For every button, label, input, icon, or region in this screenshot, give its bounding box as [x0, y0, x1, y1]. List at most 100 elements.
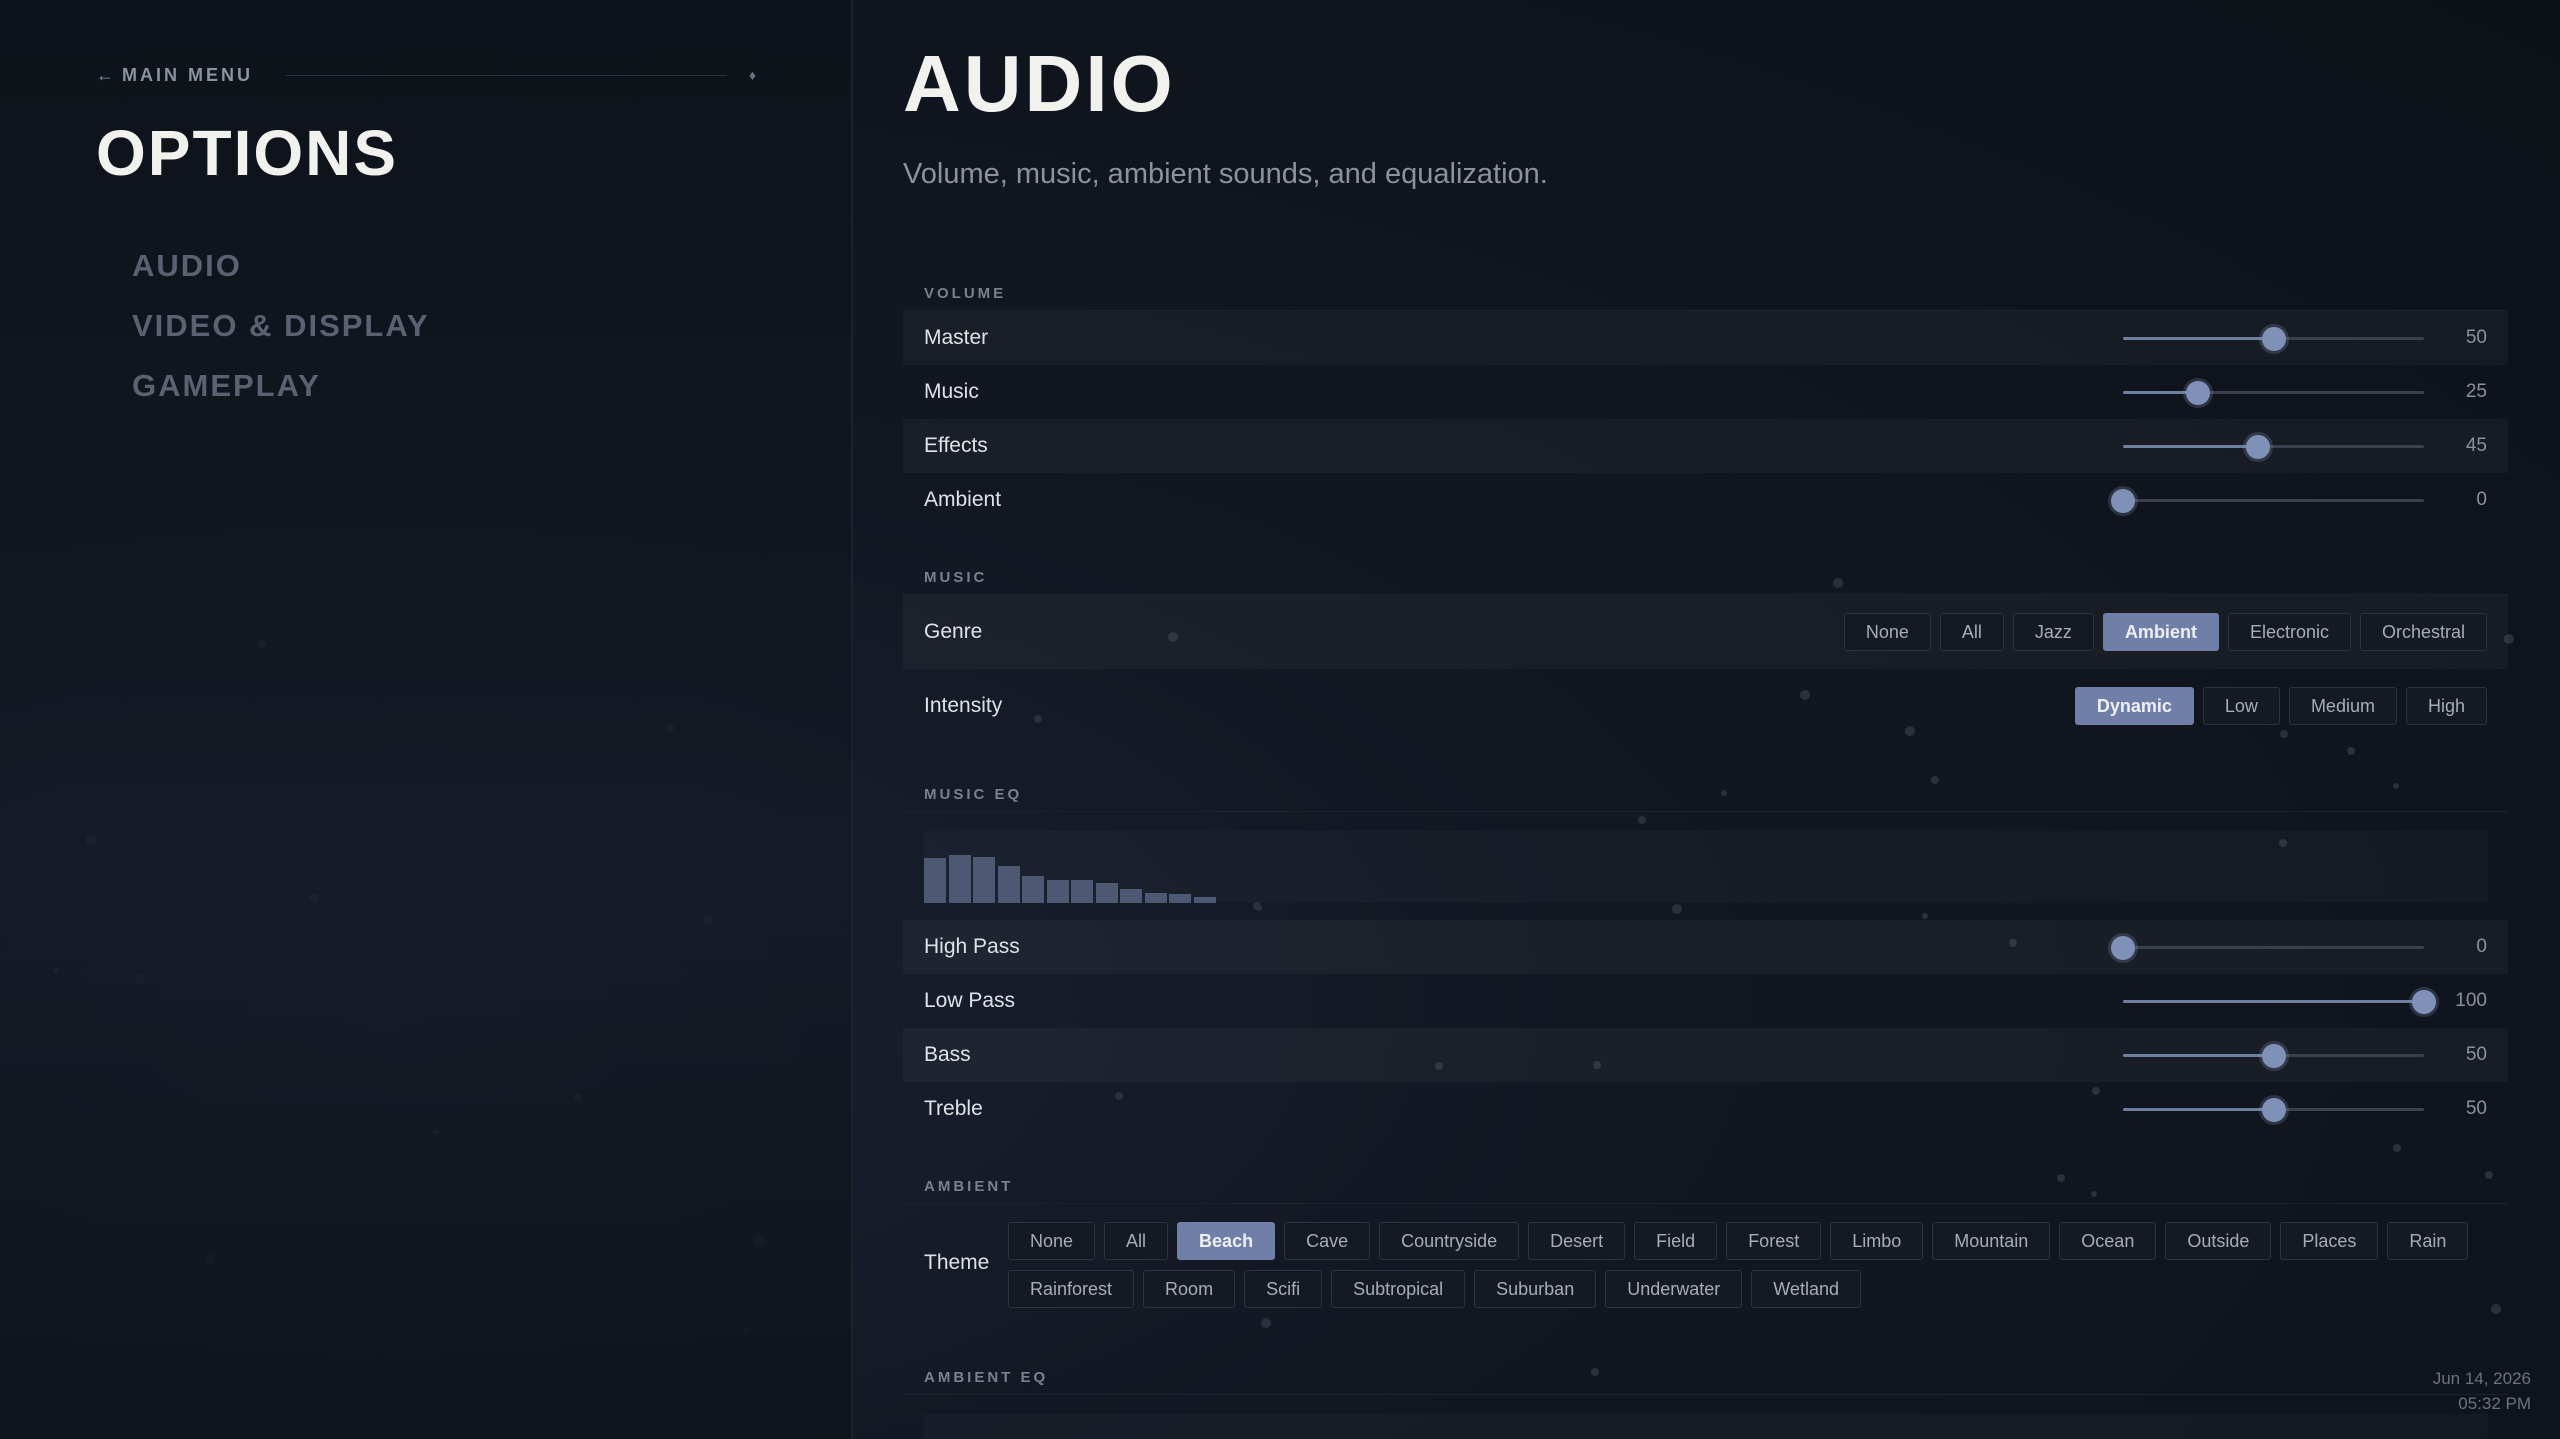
section-divider — [903, 1394, 2508, 1395]
treble-row: Treble 50 — [903, 1082, 2508, 1136]
audio-panel: AUDIO Volume, music, ambient sounds, and… — [903, 0, 2508, 1439]
intensity-selector: Dynamic Low Medium High — [2074, 687, 2487, 725]
slider-thumb[interactable] — [2186, 380, 2211, 405]
slider-fill — [2123, 445, 2259, 448]
options-screen: ← MAIN MENU ♦ OPTIONS AUDIO VIDEO & DISP… — [0, 0, 2560, 1439]
genre-option-ambient[interactable]: Ambient — [2102, 613, 2219, 651]
ambient-volume-row: Ambient 0 — [903, 473, 2508, 527]
theme-option-wetland[interactable]: Wetland — [1751, 1270, 1861, 1308]
section-label-volume: VOLUME — [924, 285, 1007, 302]
eq-bar — [997, 865, 1020, 903]
nav-item-video-display[interactable]: VIDEO & DISPLAY — [132, 305, 430, 365]
slider-thumb[interactable] — [2261, 326, 2286, 351]
theme-option-mountain[interactable]: Mountain — [1932, 1222, 2051, 1260]
section-label-ambient: AMBIENT — [924, 1178, 1014, 1195]
low-pass-label: Low Pass — [924, 989, 1016, 1012]
slider-fill — [2123, 1054, 2274, 1057]
theme-option-ocean[interactable]: Ocean — [2059, 1222, 2157, 1260]
sidebar-title: OPTIONS — [96, 117, 399, 189]
intensity-option-low[interactable]: Low — [2202, 687, 2280, 725]
low-pass-value: 100 — [2455, 990, 2487, 1011]
treble-slider[interactable] — [2123, 1097, 2424, 1122]
nav-item-gameplay[interactable]: GAMEPLAY — [132, 365, 430, 425]
slider-thumb[interactable] — [2111, 488, 2135, 513]
ambient-volume-value: 0 — [2476, 489, 2487, 510]
slider-fill — [2123, 1108, 2274, 1111]
slider-thumb[interactable] — [2261, 1043, 2286, 1068]
effects-label: Effects — [924, 434, 988, 457]
theme-option-beach[interactable]: Beach — [1177, 1222, 1276, 1260]
slider-fill — [2123, 1000, 2424, 1003]
master-value: 50 — [2465, 327, 2487, 348]
genre-option-none[interactable]: None — [1843, 613, 1931, 651]
theme-option-none[interactable]: None — [1008, 1222, 1096, 1260]
back-row: ← MAIN MENU ♦ — [96, 64, 756, 86]
eq-bar — [1022, 875, 1044, 903]
eq-bar — [1071, 879, 1093, 903]
page-title: AUDIO — [903, 39, 1176, 128]
ambient-volume-label: Ambient — [924, 488, 1002, 511]
slider-thumb[interactable] — [2412, 989, 2436, 1014]
eq-bar — [1046, 879, 1069, 903]
theme-option-cave[interactable]: Cave — [1284, 1222, 1371, 1260]
bass-value: 50 — [2465, 1044, 2487, 1065]
theme-option-room[interactable]: Room — [1143, 1270, 1236, 1308]
eq-bar — [1095, 882, 1118, 903]
theme-option-forest[interactable]: Forest — [1726, 1222, 1822, 1260]
theme-option-scifi[interactable]: Scifi — [1244, 1270, 1323, 1308]
music-volume-label: Music — [924, 380, 979, 403]
high-pass-slider[interactable] — [2111, 935, 2424, 960]
clock: Jun 14, 2026 05:32 PM — [2433, 1366, 2531, 1416]
intensity-option-medium[interactable]: Medium — [2288, 687, 2397, 725]
master-label: Master — [924, 326, 989, 349]
genre-option-electronic[interactable]: Electronic — [2227, 613, 2351, 651]
slider-thumb[interactable] — [2261, 1097, 2286, 1122]
theme-option-subtropical[interactable]: Subtropical — [1331, 1270, 1466, 1308]
theme-option-all[interactable]: All — [1104, 1222, 1169, 1260]
theme-option-countryside[interactable]: Countryside — [1379, 1222, 1520, 1260]
high-pass-label: High Pass — [924, 935, 1020, 958]
bass-row: Bass 50 — [903, 1028, 2508, 1082]
slider-thumb[interactable] — [2246, 434, 2271, 459]
bass-slider[interactable] — [2123, 1043, 2424, 1068]
ambient-eq-visualizer — [924, 1414, 2488, 1439]
eq-bar — [948, 855, 971, 903]
theme-option-rain[interactable]: Rain — [2387, 1222, 2469, 1260]
music-volume-slider[interactable] — [2123, 380, 2424, 405]
genre-option-jazz[interactable]: Jazz — [2012, 613, 2094, 651]
genre-option-all[interactable]: All — [1939, 613, 2004, 651]
theme-option-limbo[interactable]: Limbo — [1830, 1222, 1924, 1260]
genre-selector: None All Jazz Ambient Electronic Orchestral — [1843, 613, 2487, 651]
intensity-option-dynamic[interactable]: Dynamic — [2074, 687, 2194, 725]
low-pass-slider[interactable] — [2123, 989, 2436, 1014]
eq-bar — [924, 858, 946, 903]
theme-option-field[interactable]: Field — [1634, 1222, 1718, 1260]
theme-option-rainforest[interactable]: Rainforest — [1008, 1270, 1135, 1308]
theme-option-underwater[interactable]: Underwater — [1605, 1270, 1743, 1308]
high-pass-row: High Pass 0 — [903, 920, 2508, 974]
theme-option-desert[interactable]: Desert — [1528, 1222, 1626, 1260]
options-sidebar: ← MAIN MENU ♦ OPTIONS AUDIO VIDEO & DISP… — [0, 0, 853, 1439]
low-pass-row: Low Pass 100 — [903, 974, 2508, 1028]
genre-option-orchestral[interactable]: Orchestral — [2359, 613, 2487, 651]
genre-label: Genre — [924, 620, 983, 643]
music-volume-row: Music 25 — [903, 365, 2508, 419]
eq-bar — [1144, 892, 1167, 903]
slider-thumb[interactable] — [2111, 935, 2135, 960]
master-slider[interactable] — [2123, 326, 2424, 351]
music-eq-visualizer — [924, 831, 2488, 903]
theme-option-places[interactable]: Places — [2280, 1222, 2379, 1260]
theme-option-suburban[interactable]: Suburban — [1474, 1270, 1597, 1308]
eq-bar — [1120, 888, 1142, 903]
nav-item-audio[interactable]: AUDIO — [132, 245, 430, 305]
theme-option-outside[interactable]: Outside — [2165, 1222, 2272, 1260]
ambient-volume-slider[interactable] — [2111, 488, 2424, 513]
clock-date: Jun 14, 2026 — [2432, 1369, 2531, 1388]
intensity-option-high[interactable]: High — [2405, 687, 2487, 725]
effects-slider[interactable] — [2123, 434, 2424, 459]
main-menu-back-button[interactable]: ← MAIN MENU — [96, 65, 253, 86]
effects-volume-row: Effects 45 — [903, 419, 2508, 473]
eq-bar — [1169, 894, 1191, 903]
section-label-music: MUSIC — [924, 569, 988, 586]
eq-bar — [1193, 897, 1216, 903]
